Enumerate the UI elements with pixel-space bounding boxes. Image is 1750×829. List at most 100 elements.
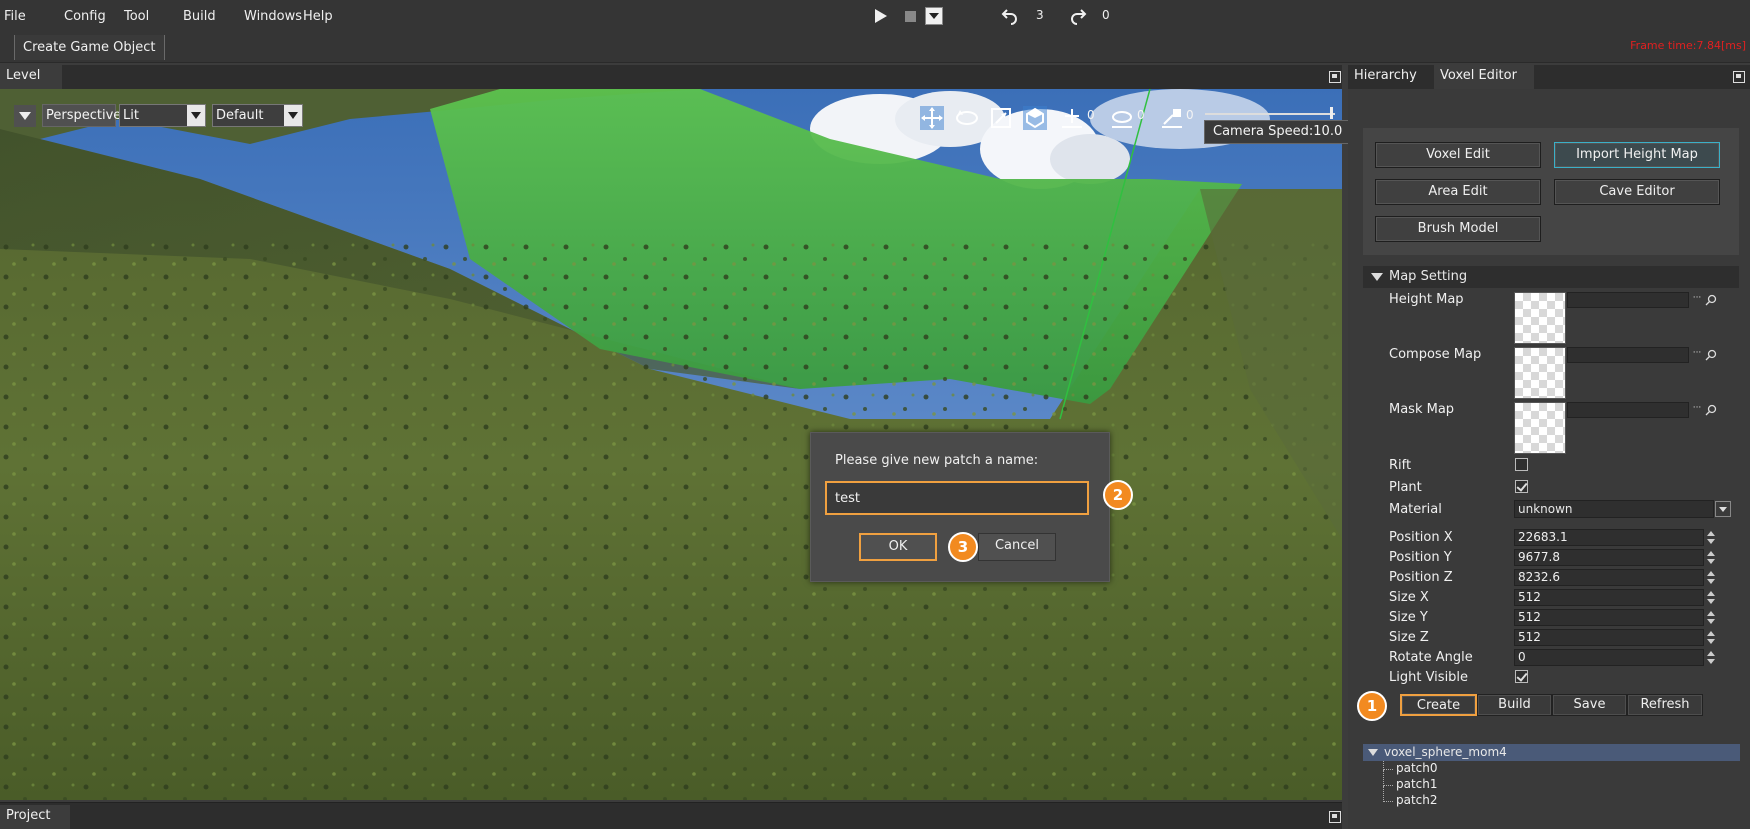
map-setting-title: Map Setting <box>1389 269 1468 284</box>
map-setting-header[interactable]: Map Setting <box>1363 266 1739 288</box>
menu-file[interactable]: File <box>4 9 26 24</box>
play-options-dropdown-icon[interactable] <box>925 7 943 25</box>
stop-icon[interactable] <box>901 7 919 25</box>
size-y-label: Size Y <box>1389 610 1428 625</box>
terrain-scene[interactable] <box>0 89 1342 800</box>
translate-snap-value: 0 <box>1087 108 1095 122</box>
rotate-tool-icon[interactable] <box>955 106 979 130</box>
dock-right-icon[interactable] <box>1733 71 1745 83</box>
tab-level[interactable]: Level <box>0 65 62 89</box>
scale-tool-icon[interactable] <box>989 106 1013 130</box>
tree-item-patch0[interactable]: patch0 <box>1396 761 1438 775</box>
size-z-field[interactable]: 512 <box>1514 629 1704 646</box>
redo-count: 0 <box>1102 8 1110 22</box>
height-map-search-icon[interactable] <box>1704 293 1718 307</box>
light-visible-label: Light Visible <box>1389 670 1469 685</box>
scene-viewport[interactable] <box>0 89 1342 800</box>
mask-map-thumbnail[interactable] <box>1514 402 1566 454</box>
position-y-field[interactable]: 9677.8 <box>1514 549 1704 566</box>
height-map-browse-icon[interactable]: ··· <box>1690 293 1704 307</box>
create-button[interactable]: Create <box>1400 694 1477 716</box>
size-y-field[interactable]: 512 <box>1514 609 1704 626</box>
size-z-spinner[interactable] <box>1706 629 1716 646</box>
material-select[interactable]: unknown <box>1514 500 1731 518</box>
size-x-field[interactable]: 512 <box>1514 589 1704 606</box>
menu-build[interactable]: Build <box>183 9 216 24</box>
play-icon[interactable] <box>872 7 890 25</box>
step-badge-2: 2 <box>1103 480 1133 510</box>
collapse-triangle-icon <box>1371 273 1383 281</box>
menu-config[interactable]: Config <box>64 9 106 24</box>
voxel-edit-button[interactable]: Voxel Edit <box>1375 142 1541 168</box>
cave-editor-button[interactable]: Cave Editor <box>1554 179 1720 205</box>
translate-tool-icon[interactable] <box>920 106 944 130</box>
shading-mode-select[interactable]: Lit <box>119 104 206 127</box>
shading-mode-value: Lit <box>123 108 139 123</box>
rotate-angle-spinner[interactable] <box>1706 649 1716 666</box>
size-x-label: Size X <box>1389 590 1429 605</box>
tab-voxel-editor[interactable]: Voxel Editor <box>1434 65 1534 89</box>
perspective-button[interactable]: Perspective <box>42 104 121 127</box>
cancel-button[interactable]: Cancel <box>978 533 1056 561</box>
rotate-angle-field[interactable]: 0 <box>1514 649 1704 666</box>
tab-project[interactable]: Project <box>0 805 70 829</box>
tree-item-patch1[interactable]: patch1 <box>1396 777 1438 791</box>
plant-checkbox[interactable] <box>1515 480 1528 493</box>
import-height-map-button[interactable]: Import Height Map <box>1554 142 1720 168</box>
dock-level-icon[interactable] <box>1329 71 1341 83</box>
compose-map-search-icon[interactable] <box>1704 348 1718 362</box>
tab-hierarchy[interactable]: Hierarchy <box>1348 65 1434 89</box>
material-label: Material <box>1389 502 1442 517</box>
layer-select[interactable]: Default <box>212 104 303 127</box>
create-game-object-button[interactable]: Create Game Object <box>14 35 165 60</box>
position-z-field[interactable]: 8232.6 <box>1514 569 1704 586</box>
brush-model-button[interactable]: Brush Model <box>1375 216 1541 242</box>
tree-item-patch2[interactable]: patch2 <box>1396 793 1438 807</box>
mask-map-path-field[interactable] <box>1567 402 1689 418</box>
height-map-path-field[interactable] <box>1567 292 1689 308</box>
translate-snap-icon[interactable] <box>1060 106 1084 130</box>
camera-speed-slider[interactable] <box>1205 113 1335 115</box>
compose-map-browse-icon[interactable]: ··· <box>1690 348 1704 362</box>
position-x-spinner[interactable] <box>1706 529 1716 546</box>
undo-icon[interactable] <box>1001 7 1019 25</box>
area-edit-button[interactable]: Area Edit <box>1375 179 1541 205</box>
viewport-filter-icon[interactable] <box>14 105 36 127</box>
redo-icon[interactable] <box>1069 7 1087 25</box>
menu-tool[interactable]: Tool <box>124 9 149 24</box>
project-panel-header: Project <box>0 802 1342 829</box>
rotate-snap-icon[interactable] <box>1110 106 1134 130</box>
frame-time-readout: Frame time:7.84[ms] <box>1630 39 1746 52</box>
height-map-thumbnail[interactable] <box>1514 292 1566 344</box>
mask-map-browse-icon[interactable]: ··· <box>1690 403 1704 417</box>
compose-map-path-field[interactable] <box>1567 347 1689 363</box>
position-y-spinner[interactable] <box>1706 549 1716 566</box>
position-x-label: Position X <box>1389 530 1453 545</box>
mask-map-search-icon[interactable] <box>1704 403 1718 417</box>
menu-windows[interactable]: Windows <box>244 9 302 24</box>
light-visible-checkbox[interactable] <box>1515 670 1528 683</box>
compose-map-thumbnail[interactable] <box>1514 347 1566 399</box>
camera-speed-slider-handle[interactable] <box>1330 107 1333 119</box>
patch-name-input[interactable] <box>825 481 1089 515</box>
scale-snap-icon[interactable] <box>1160 106 1184 130</box>
rift-checkbox[interactable] <box>1515 458 1528 471</box>
dialog-message: Please give new patch a name: <box>835 453 1039 468</box>
tree-root-item[interactable]: voxel_sphere_mom4 <box>1363 744 1740 761</box>
size-y-spinner[interactable] <box>1706 609 1716 626</box>
dock-project-icon[interactable] <box>1329 811 1341 823</box>
ok-button[interactable]: OK <box>859 533 937 561</box>
save-button[interactable]: Save <box>1552 694 1627 716</box>
position-z-spinner[interactable] <box>1706 569 1716 586</box>
undo-count: 3 <box>1036 8 1044 22</box>
size-x-spinner[interactable] <box>1706 589 1716 606</box>
build-button[interactable]: Build <box>1477 694 1552 716</box>
position-x-field[interactable]: 22683.1 <box>1514 529 1704 546</box>
chevron-down-icon <box>284 105 302 126</box>
menu-bar: File Config Tool Build Windows Help 3 0 <box>0 0 1750 32</box>
rift-label: Rift <box>1389 458 1412 473</box>
chevron-down-icon <box>1715 501 1731 517</box>
refresh-button[interactable]: Refresh <box>1627 694 1703 716</box>
transform-space-icon[interactable] <box>1023 106 1047 130</box>
menu-help[interactable]: Help <box>303 9 333 24</box>
